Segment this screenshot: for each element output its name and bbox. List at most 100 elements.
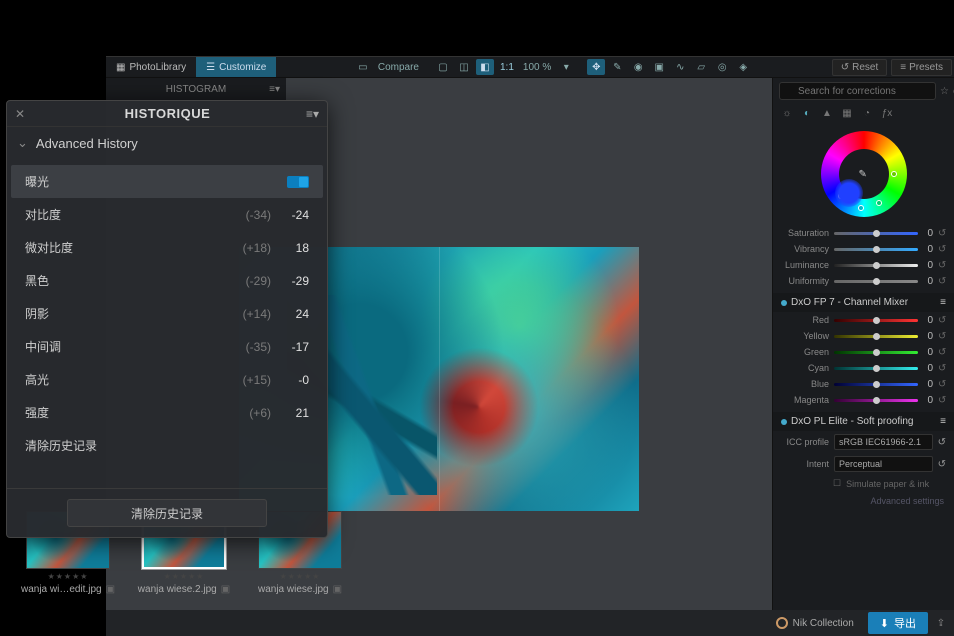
history-row[interactable]: 阴影 (+14) 24	[11, 297, 323, 330]
wb-tool-icon[interactable]: ◉	[629, 59, 647, 75]
icc-label: ICC profile	[781, 437, 829, 447]
watermark-tab-icon[interactable]: ƒx	[879, 106, 895, 121]
slider-cyan: Cyan 0 ↺	[773, 360, 954, 376]
reset-icon[interactable]: ↺	[938, 244, 946, 255]
reset-icon[interactable]: ↺	[938, 276, 946, 287]
detail-tab-icon[interactable]: ▲	[819, 106, 835, 121]
compare-split-line[interactable]	[439, 247, 440, 511]
history-popup: ✕ HISTORIQUE ≡▾ ⌄ Advanced History 曝光 对比…	[6, 100, 328, 538]
camera-icon: ▣	[333, 584, 342, 595]
local-tab-icon[interactable]: ◔	[859, 106, 875, 121]
star-icon[interactable]: ☆	[940, 84, 949, 98]
slider-track[interactable]	[834, 248, 918, 251]
sliders-icon: ☰	[206, 62, 215, 73]
zoom-dropdown-icon[interactable]: ▾	[557, 59, 575, 75]
advanced-settings-link[interactable]: Advanced settings	[773, 492, 954, 510]
color-tab-icon[interactable]: ◐	[799, 106, 815, 121]
slider-track[interactable]	[834, 319, 918, 322]
geometry-tab-icon[interactable]: ▦	[839, 106, 855, 121]
history-delta: (-34)	[246, 208, 271, 222]
rating-stars[interactable]: ★★★★★	[280, 572, 321, 581]
filename-label: wanja wiese.jpg	[258, 584, 329, 595]
zoom-ratio[interactable]: 1:1	[497, 62, 517, 73]
split-view-icon[interactable]: ◫	[455, 59, 473, 75]
slider-label: Blue	[781, 379, 829, 389]
presets-icon: ≡	[900, 62, 906, 73]
reset-icon[interactable]: ↺	[938, 347, 946, 358]
menu-icon[interactable]: ≡	[940, 297, 946, 308]
slider-label: Uniformity	[781, 276, 829, 286]
perspective-tool-icon[interactable]: ▱	[692, 59, 710, 75]
reset-icon[interactable]: ↺	[938, 363, 946, 374]
reset-icon[interactable]: ↺	[938, 260, 946, 271]
histogram-panel-header[interactable]: HISTOGRAM ≡▾	[106, 78, 286, 100]
history-row[interactable]: 对比度 (-34) -24	[11, 198, 323, 231]
menu-icon[interactable]: ≡	[940, 416, 946, 427]
side-view-icon[interactable]: ◧	[476, 59, 494, 75]
history-header: ✕ HISTORIQUE ≡▾	[7, 101, 327, 127]
history-step-name: 阴影	[25, 305, 243, 322]
compare-label[interactable]: Compare	[375, 62, 422, 73]
section-channel-mixer[interactable]: DxO FP 7 - Channel Mixer ≡	[773, 293, 954, 312]
intent-dropdown[interactable]: Perceptual	[834, 456, 933, 472]
history-subheader[interactable]: ⌄ Advanced History	[7, 127, 327, 159]
simulate-checkbox[interactable]: ☐ Simulate paper & ink	[773, 475, 954, 492]
slider-track[interactable]	[834, 351, 918, 354]
history-row[interactable]: 高光 (+15) -0	[11, 363, 323, 396]
history-value: -0	[281, 373, 309, 387]
history-row[interactable]: 清除历史记录	[11, 429, 323, 462]
menu-icon[interactable]: ≡▾	[269, 84, 280, 95]
history-row[interactable]: 微对比度 (+18) 18	[11, 231, 323, 264]
reset-icon[interactable]: ↺	[938, 315, 946, 326]
zoom-percent[interactable]: 100 %	[520, 62, 554, 73]
horizon-tool-icon[interactable]: ∿	[671, 59, 689, 75]
single-view-icon[interactable]: ▢	[434, 59, 452, 75]
history-delta: (-35)	[246, 340, 271, 354]
slider-track[interactable]	[834, 367, 918, 370]
tab-photolibrary-label: PhotoLibrary	[129, 62, 186, 73]
tab-photolibrary[interactable]: ▦ PhotoLibrary	[106, 57, 196, 77]
hand-tool-icon[interactable]: ✥	[587, 59, 605, 75]
light-tab-icon[interactable]: ☼	[779, 106, 795, 121]
history-row[interactable]: 曝光	[11, 165, 323, 198]
close-icon[interactable]: ✕	[15, 107, 29, 121]
compare-icon[interactable]: ▭	[354, 59, 372, 75]
enable-dot-icon[interactable]	[781, 300, 787, 306]
clear-history-button[interactable]: 清除历史记录	[67, 499, 267, 527]
slider-track[interactable]	[834, 280, 918, 283]
repair-tool-icon[interactable]: ◎	[713, 59, 731, 75]
enable-dot-icon[interactable]	[781, 419, 787, 425]
tab-customize[interactable]: ☰ Customize	[196, 57, 276, 77]
reset-button[interactable]: ↺ Reset	[832, 59, 888, 76]
history-step-name: 对比度	[25, 206, 246, 223]
crop-tool-icon[interactable]: ▣	[650, 59, 668, 75]
slider-track[interactable]	[834, 335, 918, 338]
reset-icon[interactable]: ↺	[938, 379, 946, 390]
presets-button[interactable]: ≡ Presets	[891, 59, 952, 76]
reset-icon[interactable]: ↺	[938, 395, 946, 406]
slider-track[interactable]	[834, 383, 918, 386]
menu-icon[interactable]: ≡▾	[306, 107, 319, 121]
hsl-color-wheel[interactable]: ✎	[773, 127, 954, 225]
reset-icon[interactable]: ↺	[938, 459, 946, 470]
rating-stars[interactable]: ★★★★★	[48, 572, 89, 581]
history-row[interactable]: 黑色 (-29) -29	[11, 264, 323, 297]
slider-value: 0	[923, 379, 933, 390]
icc-dropdown[interactable]: sRGB IEC61966-2.1	[834, 434, 933, 450]
slider-track[interactable]	[834, 264, 918, 267]
toggle-switch[interactable]	[287, 176, 309, 188]
reset-icon[interactable]: ↺	[938, 437, 946, 448]
search-input[interactable]	[779, 82, 936, 100]
slider-label: Yellow	[781, 331, 829, 341]
history-row[interactable]: 强度 (+6) 21	[11, 396, 323, 429]
slider-track[interactable]	[834, 399, 918, 402]
redeye-tool-icon[interactable]: ◈	[734, 59, 752, 75]
slider-track[interactable]	[834, 232, 918, 235]
history-row[interactable]: 中间调 (-35) -17	[11, 330, 323, 363]
reset-icon[interactable]: ↺	[938, 228, 946, 239]
reset-icon[interactable]: ↺	[938, 331, 946, 342]
eyedropper-icon[interactable]: ✎	[608, 59, 626, 75]
rating-stars[interactable]: ★★★★★	[164, 572, 205, 581]
picker-icon[interactable]: ✎	[859, 169, 869, 179]
section-soft-proofing[interactable]: DxO PL Elite - Soft proofing ≡	[773, 412, 954, 431]
